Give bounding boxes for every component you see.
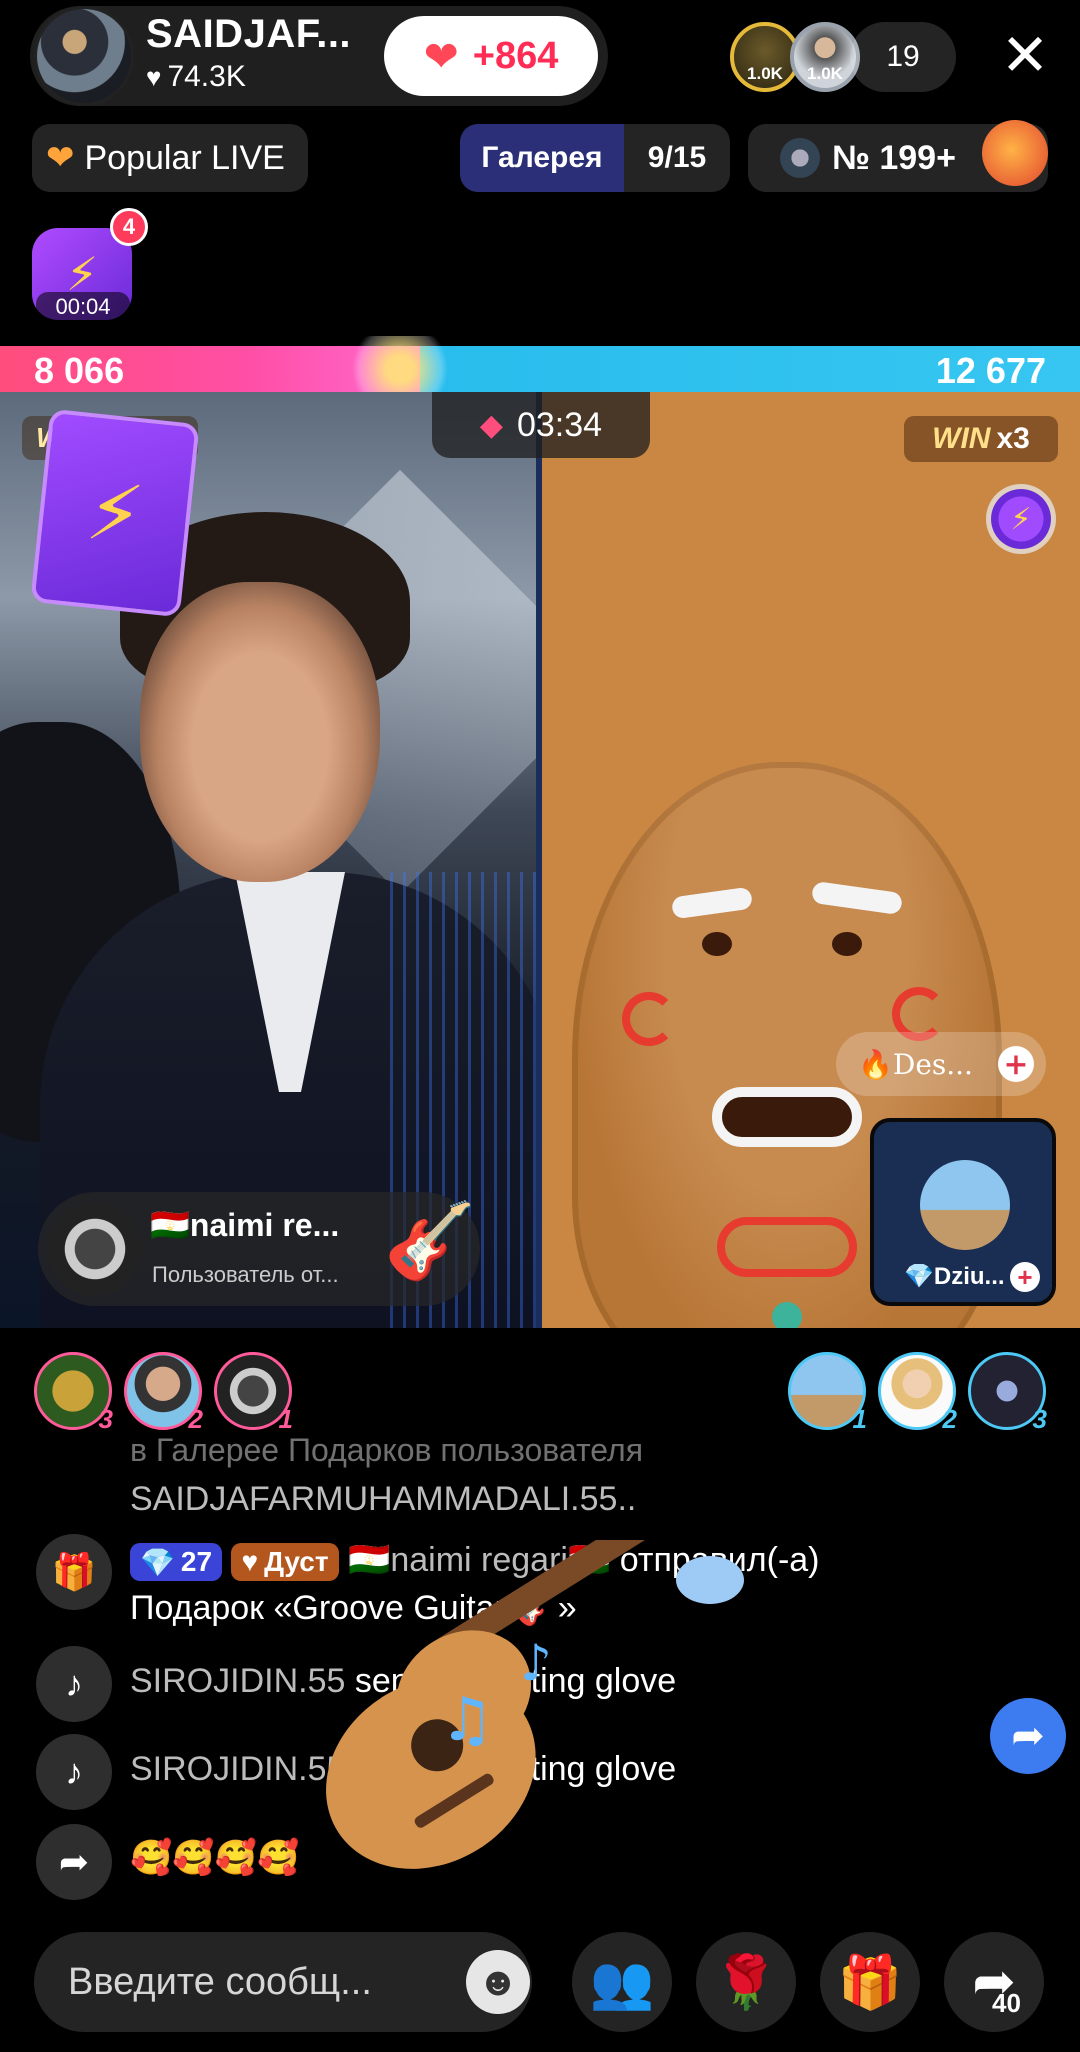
gifter-avatar-left-1[interactable]: 3	[34, 1352, 113, 1434]
like-button-label: +864	[472, 34, 559, 77]
mouth	[712, 1087, 862, 1147]
chat-message: 🥰🥰🥰🥰	[130, 1839, 300, 1877]
left-eye	[702, 932, 732, 956]
share-arrow-icon: ➦	[36, 1824, 112, 1900]
guest-follow-pill[interactable]: 🔥Des... +	[836, 1032, 1046, 1096]
plus-icon[interactable]: +	[1010, 1262, 1040, 1292]
battle-timer-text: 03:34	[516, 405, 603, 444]
gifter-name: 🇹🇯naimi re...	[150, 1207, 340, 1243]
gifter-avatar	[48, 1202, 142, 1296]
viewer-count[interactable]: 19	[850, 22, 956, 92]
mascot-icon	[982, 120, 1048, 186]
guitar-icon: 🎸	[384, 1199, 477, 1282]
rank-avatar	[780, 138, 820, 178]
popular-live-chip[interactable]: ❤ Popular LIVE	[32, 124, 308, 192]
popular-live-label: Popular LIVE	[84, 138, 285, 177]
boost-timer: 00:04	[36, 292, 130, 322]
score-left: 8 066	[34, 350, 125, 391]
left-brow	[670, 886, 754, 920]
right-brow	[810, 880, 904, 916]
host-avatar[interactable]	[34, 6, 134, 106]
gloves-icon: ◆	[479, 408, 503, 442]
close-button[interactable]: ✕	[990, 20, 1060, 90]
right-eye	[832, 932, 862, 956]
rank-number: 3	[98, 1404, 113, 1434]
gift-icon: 🎁	[36, 1534, 112, 1610]
host-likes: ♥ 74.3K	[146, 60, 246, 94]
battle-timer: ◆ 03:34	[432, 392, 650, 458]
close-icon: ✕	[1000, 23, 1050, 88]
host-name[interactable]: SAIDJAF...	[146, 12, 351, 57]
heart-half-icon: ❤	[46, 139, 75, 177]
gallery-count: 9/15	[647, 141, 707, 174]
win-label: WIN	[932, 422, 991, 455]
rank-number: 3	[1032, 1404, 1047, 1434]
tiktok-icon: ♪	[36, 1646, 112, 1722]
opponent-boost-icon[interactable]: ⚡	[986, 484, 1056, 554]
chat-line: SAIDJAFARMUHAMMADALI.55..	[130, 1480, 637, 1518]
level-badge: 💎 27	[130, 1543, 223, 1582]
win-streak-right: WIN x3	[904, 416, 1058, 462]
guest-avatar	[920, 1160, 1010, 1250]
share-arrow-icon: ➦	[1011, 1714, 1045, 1758]
svg-text:♫: ♫	[440, 1685, 494, 1755]
battle-score-bar: 8 066 12 677	[0, 336, 1080, 402]
guest-card[interactable]: 💎Dziu... +	[870, 1118, 1056, 1306]
rank-number: 2	[188, 1404, 203, 1434]
rose-icon: 🌹	[713, 1953, 779, 2012]
rank-chip[interactable]: № 199+	[748, 120, 1048, 192]
score-right: 12 677	[935, 350, 1046, 391]
chat-line: в Галерее Подарков пользователя	[130, 1432, 644, 1468]
rank-number: 1	[852, 1404, 867, 1434]
gift-icon: 🎁	[837, 1953, 903, 2012]
rose-gift-button[interactable]: 🌹	[696, 1932, 796, 2032]
gift-notification[interactable]: 🇹🇯naimi re... Пользователь от... 🎸	[38, 1192, 480, 1306]
boosting-glove-card[interactable]: ⚡	[30, 408, 200, 618]
gifter-avatar-left-3[interactable]: 1	[214, 1352, 293, 1434]
guitar-gift-animation: ♫ ♪	[326, 1540, 744, 1869]
rank-number: 1	[278, 1404, 293, 1434]
gift-button[interactable]: 🎁	[820, 1932, 920, 2032]
users-icon: 👥	[589, 1953, 655, 2012]
guest-request-button[interactable]: 👥	[572, 1932, 672, 2032]
rank-number: 2	[942, 1404, 957, 1434]
smiley-icon: ☻	[476, 1959, 520, 2004]
like-button[interactable]: ❤ +864	[384, 16, 598, 96]
svg-text:♪: ♪	[520, 1634, 552, 1692]
gallery-label: Галерея	[460, 124, 624, 192]
emoji-button[interactable]: ☻	[466, 1950, 530, 2014]
guest-name: 🔥Des...	[858, 1047, 973, 1081]
guest-card-name: 💎Dziu...	[904, 1263, 1005, 1290]
boost-badge: 4	[110, 208, 148, 246]
viewer-badge: 1.0K	[747, 64, 783, 83]
gallery-chip[interactable]: Галерея 9/15	[460, 124, 730, 192]
share-count: 40	[992, 1988, 1021, 2018]
win-multiplier: x3	[996, 422, 1030, 455]
plus-icon[interactable]: +	[998, 1046, 1034, 1082]
gift-subtitle: Пользователь от...	[152, 1262, 339, 1287]
host-likes-count: 74.3K	[167, 60, 246, 93]
share-floating-button[interactable]: ➦	[990, 1698, 1066, 1774]
heart-icon: ♥	[146, 61, 162, 92]
tiktok-icon: ♪	[36, 1734, 112, 1810]
bow-tie	[717, 1217, 857, 1277]
message-input[interactable]	[34, 1932, 532, 2032]
left-cheek	[622, 992, 676, 1046]
gifter-avatar-right-2[interactable]: 2	[878, 1352, 957, 1434]
viewer-badge: 1.0K	[807, 64, 843, 83]
gifter-avatar-right-1[interactable]: 1	[788, 1352, 867, 1434]
gifter-avatar-right-3[interactable]: 3	[968, 1352, 1047, 1434]
face	[140, 582, 380, 882]
candy-button	[772, 1302, 802, 1328]
rank-label: № 199+	[832, 138, 956, 177]
heart-icon: ❤	[423, 32, 459, 80]
gifter-avatar-left-2[interactable]: 2	[124, 1352, 203, 1434]
